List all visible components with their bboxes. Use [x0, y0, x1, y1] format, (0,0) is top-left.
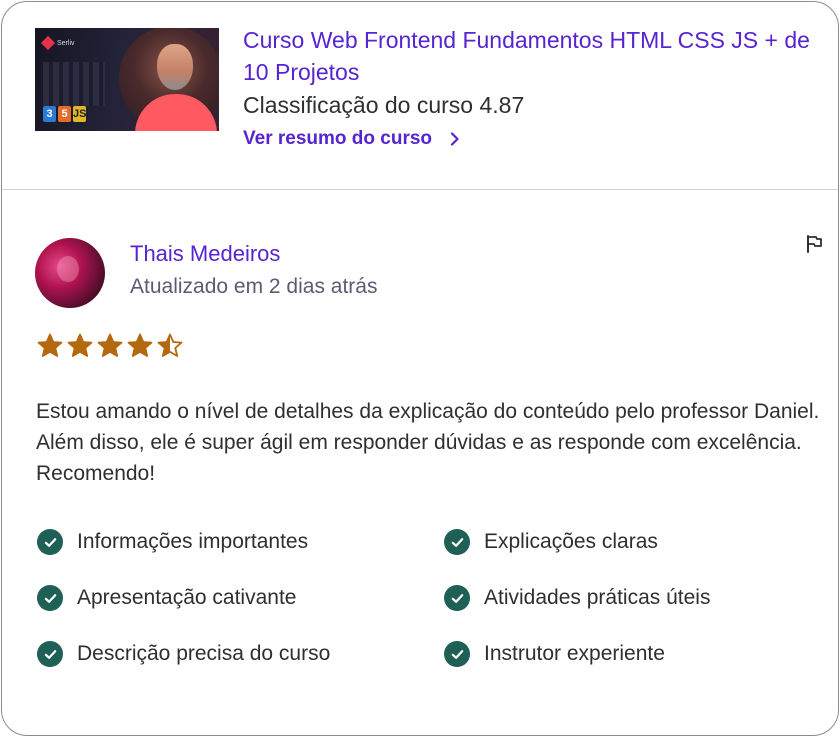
brand-logo-icon: [40, 35, 56, 51]
check-circle-icon: [37, 641, 63, 667]
css-badge-icon: 3: [43, 106, 56, 122]
view-course-summary-label: Ver resumo do curso: [243, 128, 433, 149]
js-badge-icon: JS: [73, 106, 87, 122]
check-circle-icon: [444, 529, 470, 555]
thumbnail-code-graphic: [43, 62, 105, 106]
attribute-item: Explicações claras: [444, 528, 658, 556]
star-full-icon: [37, 333, 63, 357]
star-half-icon: [157, 333, 183, 357]
attribute-item: Apresentação cativante: [37, 584, 296, 612]
star-rating: [36, 332, 184, 360]
star-full-icon: [97, 333, 123, 357]
attribute-label: Informações importantes: [77, 530, 309, 553]
course-title-link[interactable]: Curso Web Frontend Fundamentos HTML CSS …: [243, 24, 818, 88]
course-thumbnail[interactable]: Serliv 3 5 JS: [35, 28, 219, 131]
attribute-label: Apresentação cativante: [77, 586, 297, 609]
attribute-item: Descrição precisa do curso: [37, 640, 330, 668]
view-course-summary-link[interactable]: Ver resumo do curso: [243, 126, 460, 152]
thumbnail-brand-label: Serliv: [57, 39, 75, 47]
review-text: Estou amando o nível de detalhes da expl…: [36, 400, 820, 485]
html-badge-icon: 5: [58, 106, 71, 122]
attribute-label: Instrutor experiente: [484, 642, 665, 665]
flag-icon[interactable]: [804, 234, 824, 254]
attribute-item: Atividades práticas úteis: [444, 584, 710, 612]
check-circle-icon: [37, 529, 63, 555]
review-card: Serliv 3 5 JS Curso Web Frontend Fundame…: [1, 1, 839, 736]
check-circle-icon: [37, 585, 63, 611]
attribute-item: Instrutor experiente: [444, 640, 665, 668]
attribute-item: Informações importantes: [37, 528, 308, 556]
check-circle-icon: [444, 641, 470, 667]
thumbnail-brand: Serliv: [40, 35, 75, 51]
reviewer-avatar: [35, 238, 105, 308]
course-summary: Serliv 3 5 JS Curso Web Frontend Fundame…: [2, 2, 838, 190]
attribute-label: Descrição precisa do curso: [77, 642, 331, 665]
instructor-head: [157, 44, 193, 90]
chevron-right-icon: [450, 132, 459, 146]
tech-badges: 3 5 JS: [43, 106, 86, 122]
attribute-label: Atividades práticas úteis: [484, 586, 711, 609]
attribute-label: Explicações claras: [484, 530, 658, 553]
review-updated-date: Atualizado em 2 dias atrás: [130, 275, 378, 298]
star-full-icon: [67, 333, 93, 357]
check-circle-icon: [444, 585, 470, 611]
star-full-icon: [127, 333, 153, 357]
course-rating: Classificação do curso 4.87: [243, 92, 525, 118]
reviewer-name[interactable]: Thais Medeiros: [130, 240, 280, 268]
